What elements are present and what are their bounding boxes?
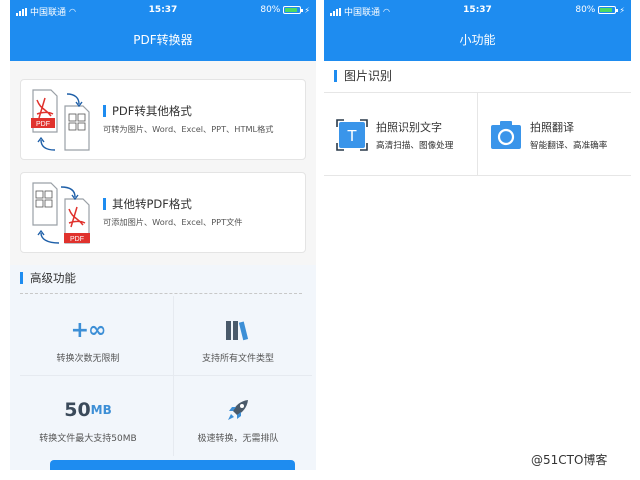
battery-fill [285, 8, 297, 12]
status-bar: 中国联通 ◠ 15:37 80% ⚡ [10, 0, 316, 20]
page-title: PDF转换器 [10, 20, 316, 61]
section-heading: 高级功能 [20, 272, 76, 284]
photo-translate-item[interactable]: 拍照翻译 智能翻译、高准确率 [478, 93, 631, 175]
tool-description: 智能翻译、高准确率 [530, 141, 608, 151]
feature-file-size: 50 MB 转换文件最大支持50MB [13, 385, 163, 457]
feature-label: 转换文件最大支持50MB [39, 434, 137, 444]
infinity-icon: +∞ [70, 317, 107, 343]
feature-unlimited: +∞ 转换次数无限制 [13, 305, 163, 377]
charging-icon: ⚡ [619, 5, 625, 15]
status-bar: 中国联通 ◠ 15:37 80% ⚡ [324, 0, 631, 20]
books-icon [163, 317, 313, 343]
tool-name: 拍照识别文字 [376, 121, 442, 134]
photo-ocr-item[interactable]: T 拍照识别文字 高清扫描、图像处理 [324, 93, 477, 175]
pdf-converter-screen: 中国联通 ◠ 15:37 80% ⚡ PDF转换器 PDF PDF转其他格式 可… [10, 0, 316, 470]
page-title: 小功能 [324, 20, 631, 61]
battery-fill [600, 8, 612, 12]
feature-label: 支持所有文件类型 [201, 354, 274, 364]
card-subtitle: 可转为图片、Word、Excel、PPT、HTML格式 [103, 124, 274, 134]
mini-tools-screen: 中国联通 ◠ 15:37 80% ⚡ 小功能 图片识别 T 拍照识别文字 高清扫… [324, 0, 631, 470]
image-recognition-tools: T 拍照识别文字 高清扫描、图像处理 拍照翻译 智能翻译、高准确率 [324, 92, 631, 176]
pdf-badge: PDF [70, 236, 84, 243]
tool-name: 拍照翻译 [530, 121, 574, 134]
tool-description: 高清扫描、图像处理 [376, 141, 454, 151]
text-scan-icon: T [336, 119, 368, 151]
divider [20, 293, 302, 294]
primary-action-button[interactable] [50, 460, 295, 470]
rocket-icon [163, 397, 313, 423]
battery-percent: 80% [575, 5, 596, 15]
card-subtitle: 可添加图片、Word、Excel、PPT文件 [103, 217, 243, 227]
card-title: 其他转PDF格式 [103, 198, 192, 210]
pdf-badge: PDF [36, 121, 50, 128]
other-to-pdf-icon: PDF [32, 182, 90, 244]
other-to-pdf-card[interactable]: PDF 其他转PDF格式 可添加图片、Word、Excel、PPT文件 [20, 172, 306, 253]
pdf-to-other-card[interactable]: PDF PDF转其他格式 可转为图片、Word、Excel、PPT、HTML格式 [20, 79, 306, 160]
feature-label: 转换次数无限制 [56, 354, 120, 364]
feature-label: 极速转换，无需排队 [197, 434, 279, 444]
feature-all-types: 支持所有文件类型 [163, 305, 313, 377]
screenshot-root: 中国联通 ◠ 15:37 80% ⚡ PDF转换器 PDF PDF转其他格式 可… [0, 0, 640, 480]
feature-fast: 极速转换，无需排队 [163, 385, 313, 457]
text-glyph: T [347, 128, 357, 145]
card-title: PDF转其他格式 [103, 105, 192, 117]
pdf-to-other-icon: PDF [31, 89, 90, 151]
charging-icon: ⚡ [304, 5, 310, 15]
watermark: @51CTO博客 [531, 453, 608, 467]
battery-icon [283, 6, 304, 14]
file-size-icon: 50 MB [64, 399, 112, 421]
battery-icon [598, 6, 619, 14]
section-heading: 图片识别 [334, 70, 392, 82]
battery-percent: 80% [260, 5, 281, 15]
camera-icon [491, 121, 521, 149]
